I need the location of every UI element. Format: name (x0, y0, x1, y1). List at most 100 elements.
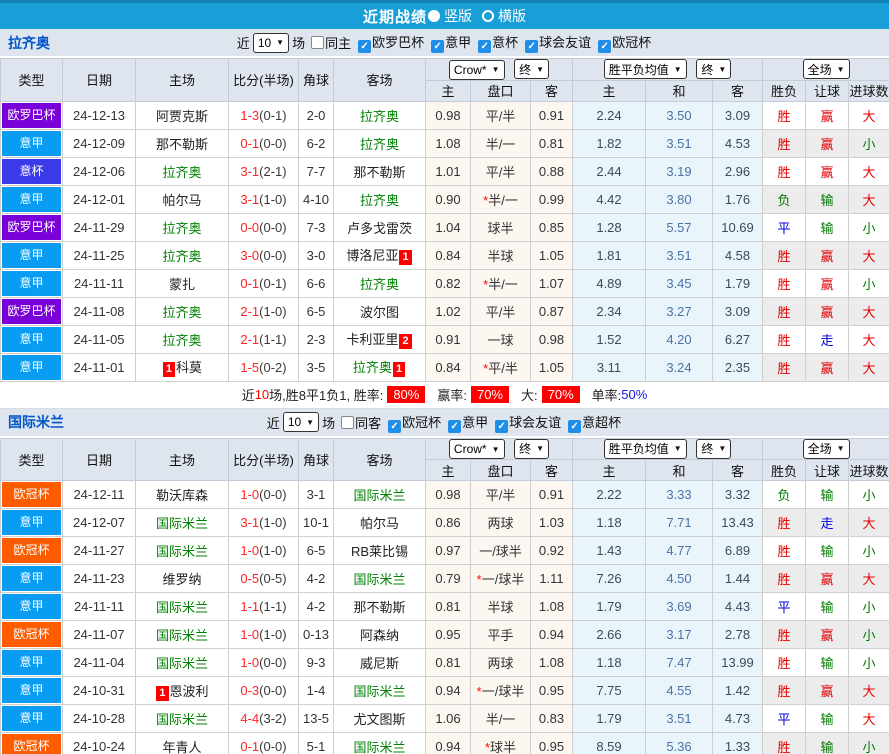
team-name: 国际米兰 (353, 572, 406, 587)
result-cell: 胜 (762, 620, 807, 649)
home-team-cell: 拉齐奥 (135, 296, 229, 326)
team-name: 勒沃库森 (155, 488, 208, 503)
league-filter-checkbox[interactable]: ✓ (358, 40, 372, 53)
league-filter-checkbox[interactable]: ✓ (495, 419, 509, 433)
handicap-result-cell: 输 (805, 212, 850, 242)
league-filter-checkbox[interactable]: ✓ (388, 419, 402, 433)
vertical-layout-radio[interactable] (428, 10, 440, 22)
same-venue-checkbox[interactable] (341, 415, 355, 429)
odds-change-star: * (476, 572, 482, 587)
corner-cell: 4-2 (298, 592, 334, 621)
match-row: 意甲 24-12-09 那不勒斯 0-1(0-0) 6-2 拉齐奥 1.08 半/一 0.81 1… (0, 128, 889, 158)
euro-draw-odds: 5.36 (645, 732, 713, 754)
odds-change-star: * (483, 360, 489, 376)
result-cell: 胜 (762, 352, 807, 382)
score-cell: 4-4(3-2) (228, 704, 299, 733)
league-filter-checkbox[interactable]: ✓ (525, 40, 539, 53)
match-row: 欧冠杯 24-10-24 年青人 0-1(0-0) 5-1 国际米兰 0.94 *球半 0.95… (0, 732, 889, 754)
chevron-down-icon: ▼ (276, 38, 285, 47)
euro-odds-select[interactable]: 胜平负均值 ▼ (603, 59, 687, 80)
goals-cell: 小 (848, 536, 889, 565)
euro-odds-select[interactable]: 胜平负均值 ▼ (603, 438, 687, 459)
league-cell: 欧罗巴杯 (0, 100, 63, 130)
odds-provider-select[interactable]: Crow* ▼ (448, 439, 505, 459)
asian-away-odds: 0.83 (530, 704, 573, 733)
goals-cell: 大 (848, 352, 889, 382)
asian-away-odds: 1.05 (530, 240, 573, 270)
score-cell: 1-0(1-0) (228, 536, 299, 565)
chevron-down-icon: ▼ (306, 417, 315, 427)
league-filter-group: ✓ 欧罗巴杯 ✓ 意甲 ✓ 意杯 ✓ 球会友谊 ✓ 欧冠杯 (352, 32, 652, 53)
handicap-result-cell: 赢 (805, 352, 850, 382)
away-team-cell: RB莱比锡 (333, 536, 426, 565)
team-name: 蒙扎 (168, 276, 195, 292)
score-cell: 3-1(2-1) (228, 156, 299, 186)
league-cell: 意甲 (0, 564, 63, 593)
league-filter-checkbox[interactable]: ✓ (598, 40, 612, 53)
asian-away-odds: 0.87 (530, 296, 573, 326)
home-team-cell: 年青人 (135, 732, 229, 754)
col-result: 胜负 (762, 459, 807, 481)
odds-change-star: * (484, 740, 491, 754)
odds-provider-select[interactable]: Crow* ▼ (448, 59, 505, 80)
asian-away-odds: 1.08 (530, 648, 573, 677)
asian-away-odds: 0.95 (530, 676, 573, 705)
col-handicap-result: 让球 (805, 79, 850, 102)
same-venue-checkbox[interactable] (311, 36, 325, 49)
horizontal-layout-radio[interactable] (482, 10, 494, 22)
date-cell: 24-12-09 (62, 128, 136, 158)
scope-select[interactable]: 全场 ▼ (802, 438, 850, 459)
euro-home-odds: 1.28 (572, 212, 646, 242)
asian-home-odds: 0.81 (425, 648, 471, 677)
team-name: 国际米兰 (155, 600, 208, 615)
handicap-result-cell: 赢 (805, 240, 850, 270)
odds-time-select[interactable]: 终 ▼ (514, 438, 550, 459)
euro-odds-group: 胜平负均值 ▼ 终 ▼ (571, 437, 764, 460)
league-filter-checkbox[interactable]: ✓ (478, 40, 492, 53)
league-filter-checkbox[interactable]: ✓ (431, 40, 445, 53)
league-cell: 意甲 (0, 508, 63, 537)
team-name: 拉齐奥 (359, 192, 399, 208)
corner-cell: 7-3 (298, 212, 334, 242)
handicap-cell: *半/一 (470, 184, 531, 214)
scope-select[interactable]: 全场 ▼ (802, 59, 850, 80)
vertical-layout-label: 竖版 (444, 8, 472, 24)
euro-draw-odds: 3.51 (645, 704, 713, 733)
away-team-cell: 卡利亚里 2 (333, 324, 426, 354)
match-count-select[interactable]: 10 ▼ (252, 32, 290, 53)
single-rate-value: 50% (621, 387, 648, 402)
home-team-cell: 拉齐奥 (135, 324, 229, 354)
euro-home-odds: 3.11 (572, 352, 646, 382)
league-filter-label: 意杯 (492, 35, 519, 50)
team-name: 国际米兰 (353, 740, 406, 754)
handicap-result-cell: 输 (805, 648, 850, 677)
match-count-select[interactable]: 10 ▼ (282, 412, 320, 432)
match-row: 意甲 24-12-07 国际米兰 3-1(1-0) 10-1 帕尔马 0.86 两球 1.03 1… (0, 508, 889, 537)
league-filter-checkbox[interactable]: ✓ (448, 419, 462, 433)
league-filter-checkbox[interactable]: ✓ (568, 419, 582, 433)
score-cell: 1-0(0-0) (228, 648, 299, 677)
odds-change-star: * (483, 276, 489, 292)
team-title: 拉齐奥 (8, 34, 50, 51)
away-team-cell: 那不勒斯 (333, 156, 426, 186)
asian-home-odds: 0.94 (425, 676, 471, 705)
odds-time-select[interactable]: 终 ▼ (514, 59, 550, 79)
euro-away-odds: 3.09 (711, 100, 764, 130)
league-filter-label: 意甲 (445, 35, 472, 50)
filter-bar: 近 10 ▼ 场 同客 ✓ 欧冠杯 ✓ 意甲 ✓ 球会友谊 ✓ 意超杯 (267, 412, 622, 433)
league-filter-label: 球会友谊 (509, 414, 562, 430)
match-row: 欧罗巴杯 24-11-29 拉齐奥 0-0(0-0) 7-3 卢多戈雷茨 1.04 球半 0.8… (0, 212, 889, 242)
result-cell: 平 (762, 704, 807, 733)
col-euro-draw: 和 (645, 79, 713, 102)
euro-time-select[interactable]: 终 ▼ (696, 438, 732, 459)
league-cell: 欧冠杯 (0, 536, 63, 565)
home-team-cell: 国际米兰 (135, 592, 229, 621)
goals-cell: 小 (848, 212, 889, 242)
euro-time-select[interactable]: 终 ▼ (696, 59, 732, 80)
asian-odds-group: Crow* ▼ 终 ▼ (425, 437, 573, 460)
league-cell: 意甲 (0, 184, 63, 214)
euro-draw-odds: 3.24 (645, 352, 713, 382)
score-cell: 0-1(0-0) (228, 732, 299, 754)
league-cell: 欧冠杯 (0, 732, 63, 754)
euro-draw-odds: 3.17 (645, 620, 713, 649)
